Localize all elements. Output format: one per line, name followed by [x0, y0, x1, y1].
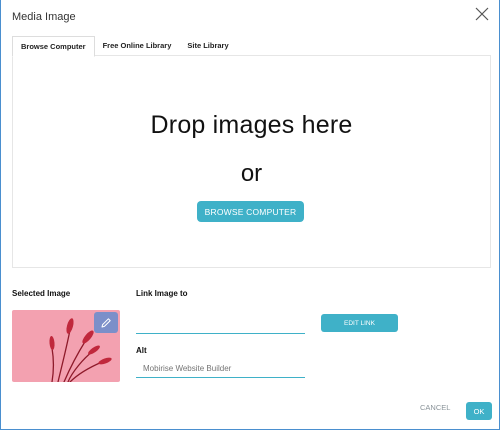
alt-label: Alt: [136, 346, 147, 355]
tab-browse-computer[interactable]: Browse Computer: [12, 36, 95, 57]
tab-free-online-library[interactable]: Free Online Library: [95, 36, 180, 56]
link-image-input[interactable]: [136, 312, 305, 334]
selected-image-thumbnail: [12, 310, 120, 382]
edit-image-button[interactable]: [94, 312, 118, 333]
drop-zone-or: or: [240, 160, 263, 187]
drop-zone-title: Drop images here: [150, 111, 353, 139]
dialog-title: Media Image: [12, 11, 76, 23]
ok-button[interactable]: OK: [466, 402, 492, 420]
browse-computer-button[interactable]: BROWSE COMPUTER: [197, 201, 304, 222]
drop-zone[interactable]: Drop images here or BROWSE COMPUTER: [12, 55, 491, 268]
pencil-icon: [101, 317, 111, 327]
tab-site-library[interactable]: Site Library: [179, 36, 236, 56]
edit-link-button[interactable]: EDIT LINK: [321, 314, 398, 332]
media-image-dialog: Media Image Browse Computer Free Online …: [0, 0, 500, 430]
cancel-button[interactable]: CANCEL: [420, 403, 450, 412]
selected-image-label: Selected Image: [12, 289, 71, 298]
tab-bar: Browse Computer Free Online Library Site…: [12, 36, 237, 57]
alt-text-input[interactable]: [136, 360, 305, 378]
close-icon[interactable]: [475, 7, 489, 21]
link-image-to-label: Link Image to: [136, 289, 188, 298]
